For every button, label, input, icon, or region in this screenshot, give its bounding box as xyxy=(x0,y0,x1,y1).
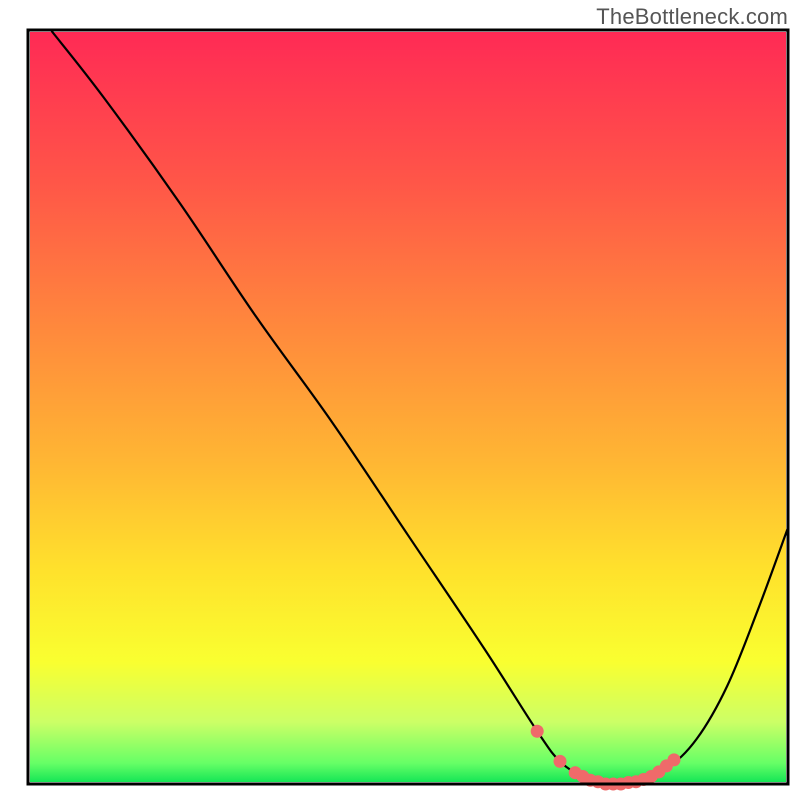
chart-frame: TheBottleneck.com xyxy=(0,0,800,800)
optimal-marker xyxy=(554,755,567,768)
bottleneck-chart xyxy=(0,0,800,800)
watermark-text: TheBottleneck.com xyxy=(596,4,788,30)
gradient-background xyxy=(30,32,786,782)
optimal-marker xyxy=(668,753,681,766)
optimal-marker xyxy=(531,725,544,738)
